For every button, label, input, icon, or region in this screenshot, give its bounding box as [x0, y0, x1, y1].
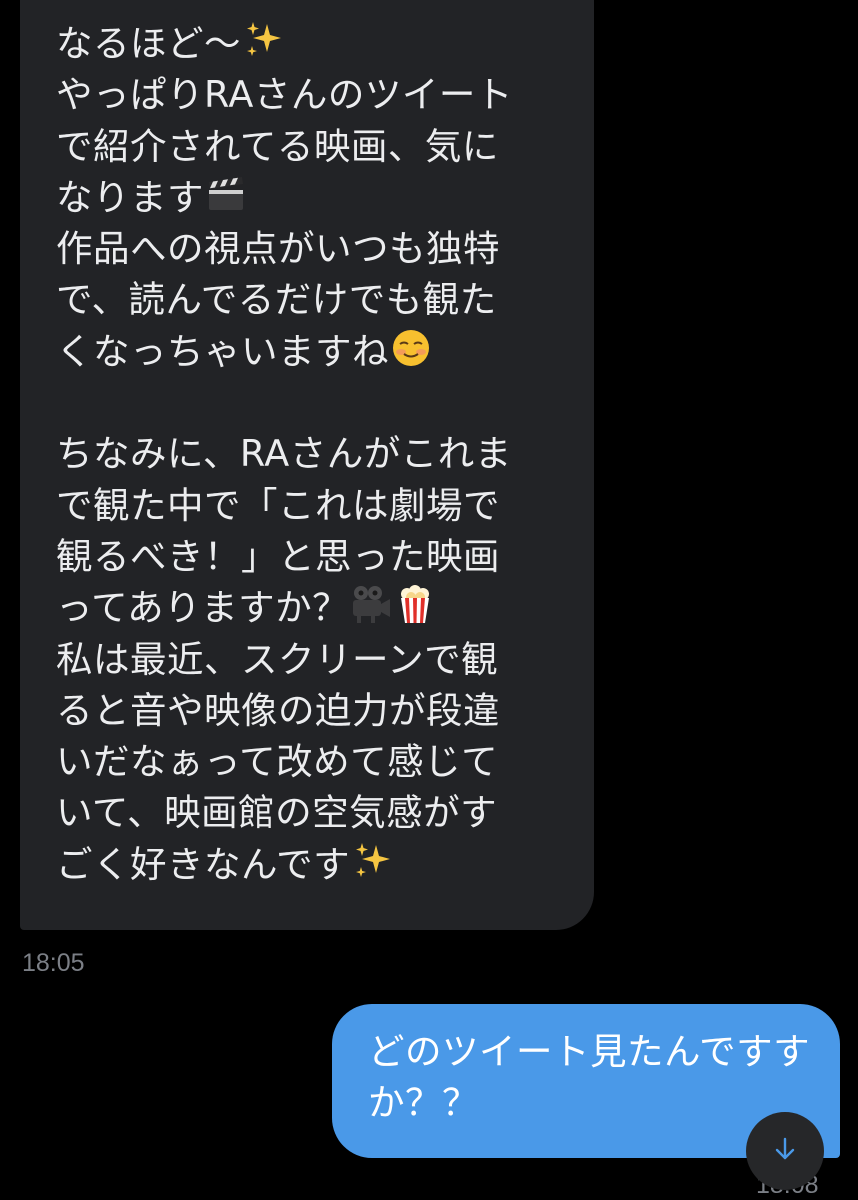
message-line: ちなみに、RAさんがこれま	[56, 432, 512, 476]
arrow-down-icon	[770, 1134, 800, 1168]
sparkles-icon	[241, 18, 285, 62]
popcorn-icon	[393, 582, 437, 626]
incoming-timestamp: 18:05	[22, 949, 85, 977]
message-line: くなっちゃいますね	[56, 326, 574, 377]
message-line: 作品への視点がいつも独特	[56, 227, 500, 271]
movie-camera-icon	[349, 582, 393, 626]
message-line: いて、映画館の空気感がす	[56, 791, 498, 835]
smiling-face-icon	[389, 326, 433, 370]
message-line: なるほど〜	[56, 18, 574, 69]
sparkles-icon	[350, 839, 394, 883]
message-line: で紹介されてる映画、気に	[56, 124, 499, 168]
message-line: 私は最近、スクリーンで観	[56, 637, 499, 681]
clapper-board-icon	[204, 172, 248, 216]
message-line: で観た中で「これは劇場で	[56, 483, 500, 527]
message-line: か？？	[368, 1081, 479, 1125]
message-line: いだなぁって改めて感じて	[56, 740, 499, 784]
scroll-to-bottom-button[interactable]	[746, 1112, 824, 1190]
message-line: ると音や映像の迫力が段違	[56, 688, 500, 732]
message-line: どのツイート見たんですす	[368, 1030, 811, 1073]
message-line: やっぱりRAさんのツイート	[56, 73, 513, 117]
message-line: で、読んでるだけでも観た	[56, 278, 497, 322]
incoming-message-bubble[interactable]: なるほど〜 やっぱりRAさんのツイート で紹介されてる映画、気に なります 作品…	[20, 0, 594, 930]
message-line: ってありますか？	[56, 582, 574, 633]
message-line: ごく好きなんです	[56, 839, 574, 890]
message-line-blank	[56, 377, 574, 428]
message-line: 観るべき！」と思った映画	[56, 534, 500, 578]
message-line: なります	[56, 172, 574, 223]
